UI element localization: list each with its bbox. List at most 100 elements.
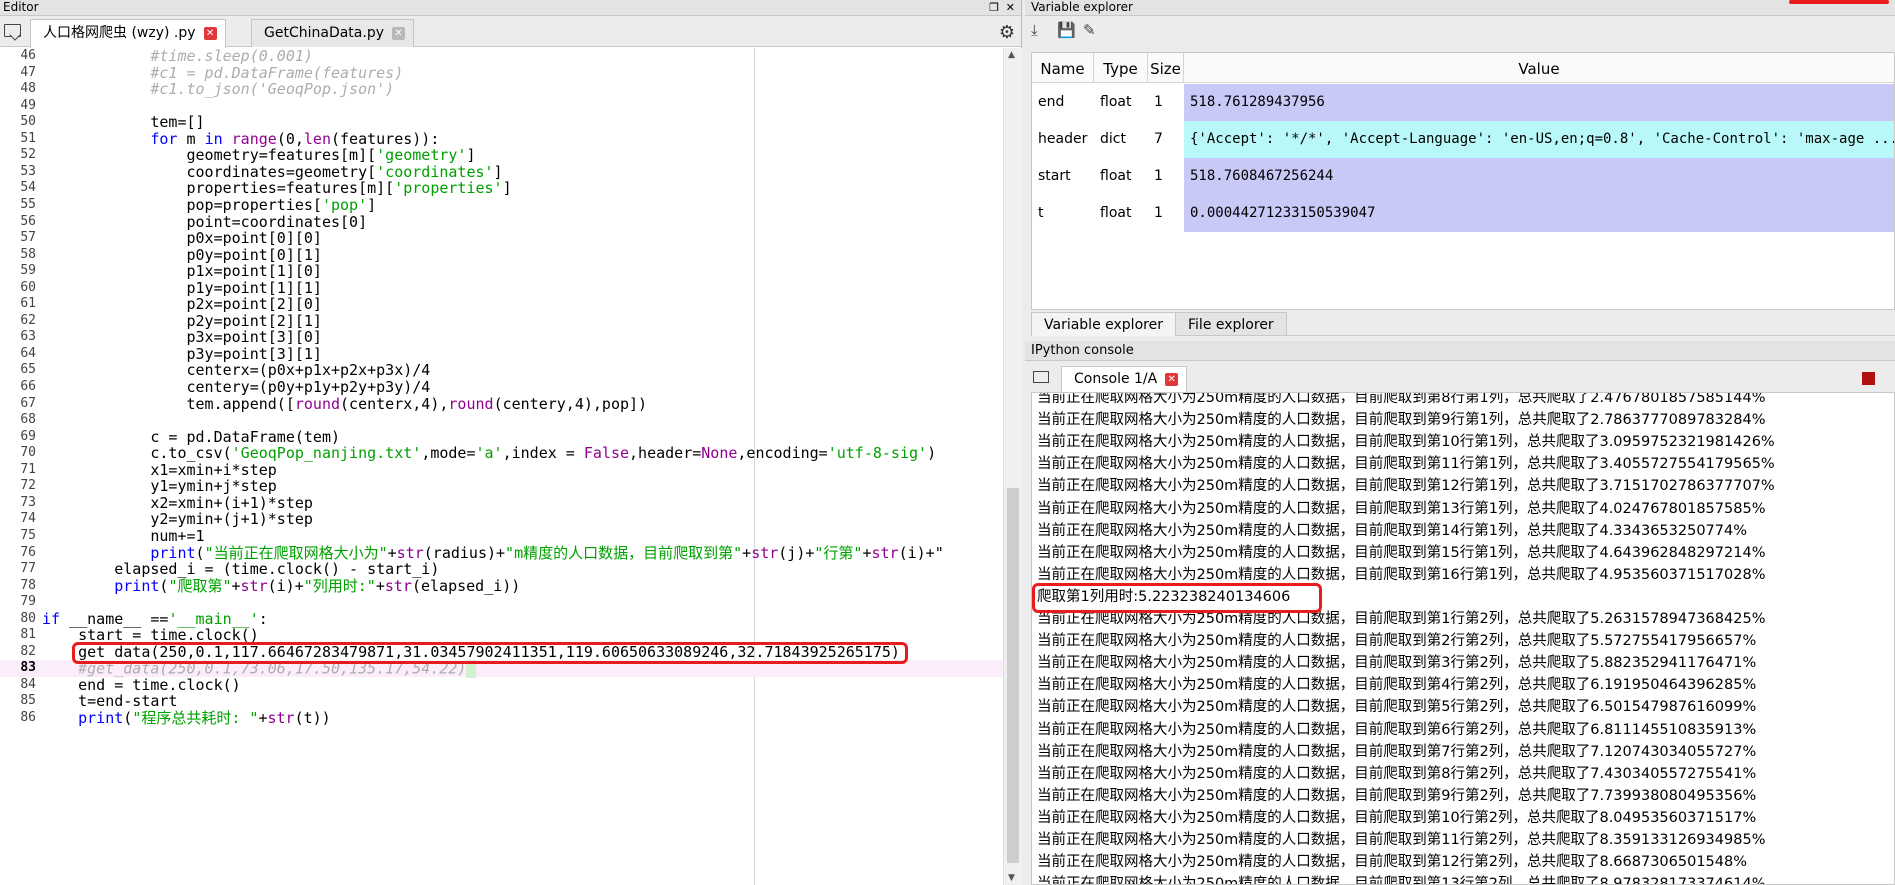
code-line[interactable]: 60 p1y=point[1][1] xyxy=(0,279,1003,297)
variable-row[interactable]: t float 1 0.00044271233150539047 xyxy=(1032,195,1894,232)
scrollbar-thumb[interactable] xyxy=(1007,488,1019,863)
code-line[interactable]: 66 centery=(p0y+p1y+p2y+p3y)/4 xyxy=(0,379,1003,396)
undock-icon[interactable]: ❐ xyxy=(989,0,999,15)
code-line[interactable]: 83 #get_data(250,0.1,73.06,17.50,135.17,… xyxy=(0,660,1003,679)
code-line[interactable]: 49 xyxy=(0,98,1003,115)
code-line[interactable]: 63 p3x=point[3][0] xyxy=(0,329,1003,346)
code-line[interactable]: 86 print("程序总共耗时: "+str(t)) xyxy=(0,710,1003,727)
code-line[interactable]: 79 xyxy=(0,594,1003,611)
stop-icon[interactable] xyxy=(1862,372,1875,385)
tab-label: 人口格网爬虫 (wzy) .py xyxy=(43,25,196,41)
console-tab-label: Console 1/A xyxy=(1074,371,1158,387)
code-text: p0y=point[0][1] xyxy=(42,245,322,264)
close-pane-icon[interactable]: ✕ xyxy=(1006,0,1015,15)
code-line[interactable]: 52 geometry=features[m]['geometry'] xyxy=(0,147,1003,164)
line-number: 71 xyxy=(20,461,36,477)
close-tab-icon[interactable]: ✕ xyxy=(203,26,217,40)
variable-row[interactable]: end float 1 518.761289437956 xyxy=(1032,84,1894,121)
tab-file-1[interactable]: 人口格网爬虫 (wzy) .py ✕ xyxy=(30,19,226,48)
code-line[interactable]: 53 coordinates=geometry['coordinates'] xyxy=(0,164,1003,181)
gear-icon[interactable]: ⚙ xyxy=(999,22,1015,43)
variable-row[interactable]: header dict 7 {'Accept': '*/*', 'Accept-Lan… xyxy=(1032,121,1894,158)
code-line[interactable]: 47 #c1 = pd.DataFrame(features) xyxy=(0,64,1003,82)
code-line[interactable]: 75 num+=1 xyxy=(0,528,1003,545)
code-text: pop=properties['pop'] xyxy=(42,195,377,214)
code-line[interactable]: 73 x2=xmin+(i+1)*step xyxy=(0,495,1003,512)
line-number: 75 xyxy=(20,527,36,543)
code-text: get_data(250,0.1,117.66467283479871,31.0… xyxy=(42,642,900,661)
code-line[interactable]: 84 end = time.clock() xyxy=(0,677,1003,694)
editor-title-bar: Editor ❐ ✕ xyxy=(0,0,1021,16)
code-line[interactable]: 76 print("当前正在爬取网格大小为"+str(radius)+"m精度的… xyxy=(0,543,1003,562)
scroll-up-icon[interactable]: ▲ xyxy=(1008,50,1015,60)
code-editor[interactable]: 46 #time.sleep(0.001) 47 #c1 = pd.DataFra… xyxy=(0,48,1003,885)
line-number: 78 xyxy=(20,577,36,593)
code-line[interactable]: 72 y1=ymin+j*step xyxy=(0,478,1003,495)
code-line[interactable]: 61 p2x=point[2][0] xyxy=(0,296,1003,313)
console-line: 当前正在爬取网格大小为250m精度的人口数据，目前爬取到第6行第2列，总共爬取了… xyxy=(1037,721,1757,738)
code-line[interactable]: 77 elapsed_i = (time.clock() - start_i) xyxy=(0,561,1003,578)
code-text: geometry=features[m]['geometry'] xyxy=(42,146,476,165)
tab-file-explorer[interactable]: File explorer xyxy=(1175,312,1287,336)
code-text: for m in range(0,len(features)): xyxy=(150,129,440,148)
code-line[interactable]: 74 y2=ymin+(j+1)*step xyxy=(0,511,1003,528)
close-tab-icon[interactable]: ✕ xyxy=(392,26,405,40)
code-line[interactable]: 69 c = pd.DataFrame(tem) xyxy=(0,428,1003,446)
console-line: 当前正在爬取网格大小为250m精度的人口数据，目前爬取到第7行第2列，总共爬取了… xyxy=(1037,743,1757,760)
line-number: 53 xyxy=(20,163,36,179)
code-text: end = time.clock() xyxy=(42,675,241,694)
code-line[interactable]: 67 tem.append([round(centerx,4),round(ce… xyxy=(0,395,1003,413)
code-line[interactable]: 55 pop=properties['pop'] xyxy=(0,197,1003,214)
column-header-type[interactable]: Type xyxy=(1094,53,1148,83)
line-number: 70 xyxy=(20,445,36,461)
code-line[interactable]: 82 get_data(250,0.1,117.66467283479871,3… xyxy=(0,644,1003,661)
editor-scrollbar[interactable]: ▲ ▼ xyxy=(1003,48,1022,885)
code-line[interactable]: 51 for m in range(0,len(features)): xyxy=(0,129,1003,148)
column-header-name[interactable]: Name xyxy=(1032,53,1094,83)
code-line[interactable]: 48 #c1.to_json('GeoqPop.json') xyxy=(0,81,1003,98)
scroll-down-icon[interactable]: ▼ xyxy=(1008,873,1015,883)
code-line[interactable]: 81 start = time.clock() xyxy=(0,627,1003,644)
code-line[interactable]: 68 xyxy=(0,412,1003,429)
line-number: 82 xyxy=(20,643,36,659)
line-number: 48 xyxy=(20,81,36,97)
import-data-icon[interactable]: ⤓ xyxy=(1031,21,1049,39)
tab-console-1[interactable]: Console 1/A ✕ xyxy=(1061,366,1188,392)
code-text: start = time.clock() xyxy=(42,626,259,645)
code-line[interactable]: 46 #time.sleep(0.001) xyxy=(0,48,1003,65)
variable-row[interactable]: start float 1 518.7608467256244 xyxy=(1032,158,1894,195)
console-line: 当前正在爬取网格大小为250m精度的人口数据，目前爬取到第1行第2列，总共爬取了… xyxy=(1037,611,1766,627)
code-line[interactable]: 71 x1=xmin+i*step xyxy=(0,461,1003,479)
code-line[interactable]: 56 point=coordinates[0] xyxy=(0,213,1003,231)
code-line[interactable]: 65 centerx=(p0x+p1x+p2x+p3x)/4 xyxy=(0,362,1003,379)
code-line[interactable]: 50 tem=[] xyxy=(0,114,1003,131)
tab-variable-explorer[interactable]: Variable explorer xyxy=(1031,312,1176,336)
line-number: 60 xyxy=(20,279,36,295)
save-data-icon[interactable]: 💾 xyxy=(1057,21,1076,39)
code-line[interactable]: 57 p0x=point[0][0] xyxy=(0,230,1003,247)
tab-file-2[interactable]: GetChinaData.py ✕ xyxy=(251,19,414,47)
code-line[interactable]: 54 properties=features[m]['properties'] xyxy=(0,180,1003,197)
code-line[interactable]: 64 p3y=point[3][1] xyxy=(0,346,1003,363)
code-text: print("当前正在爬取网格大小为"+str(radius)+"m精度的人口数… xyxy=(150,543,944,562)
edit-filter-icon[interactable]: ✎ xyxy=(1083,21,1101,39)
code-line[interactable]: 62 p2y=point[2][1] xyxy=(0,313,1003,330)
column-header-value[interactable]: Value xyxy=(1184,53,1894,83)
close-console-icon[interactable]: ✕ xyxy=(1165,372,1179,386)
tab-label: GetChinaData.py xyxy=(264,25,384,41)
console-output[interactable]: 当前正在爬取网格大小为250m精度的人口数据，目前爬取到第8行第1列，总共爬取了… xyxy=(1031,392,1895,885)
console-line: 当前正在爬取网格大小为250m精度的人口数据，目前爬取到第5行第2列，总共爬取了… xyxy=(1037,699,1757,716)
code-line[interactable]: 78 print("爬取第"+str(i)+"列用时:"+str(elapsed… xyxy=(0,577,1003,595)
browse-tabs-icon[interactable] xyxy=(4,24,21,37)
console-line: 当前正在爬取网格大小为250m精度的人口数据，目前爬取到第12行第1列，总共爬取… xyxy=(1037,478,1775,495)
code-line[interactable]: 80 if __name__ =='__main__': xyxy=(0,609,1003,628)
code-line[interactable]: 58 p0y=point[0][1] xyxy=(0,245,1003,264)
code-text: if __name__ =='__main__': xyxy=(42,609,268,628)
code-line[interactable]: 70 c.to_csv('GeoqPop_nanjing.txt',mode='… xyxy=(0,445,1003,462)
code-line[interactable]: 85 t=end-start xyxy=(0,693,1003,710)
code-line[interactable]: 59 p1x=point[1][0] xyxy=(0,263,1003,280)
line-number: 86 xyxy=(20,710,36,725)
code-text: y2=ymin+(j+1)*step xyxy=(42,510,313,529)
column-header-size[interactable]: Size xyxy=(1148,53,1184,83)
browse-consoles-icon[interactable] xyxy=(1033,371,1049,383)
